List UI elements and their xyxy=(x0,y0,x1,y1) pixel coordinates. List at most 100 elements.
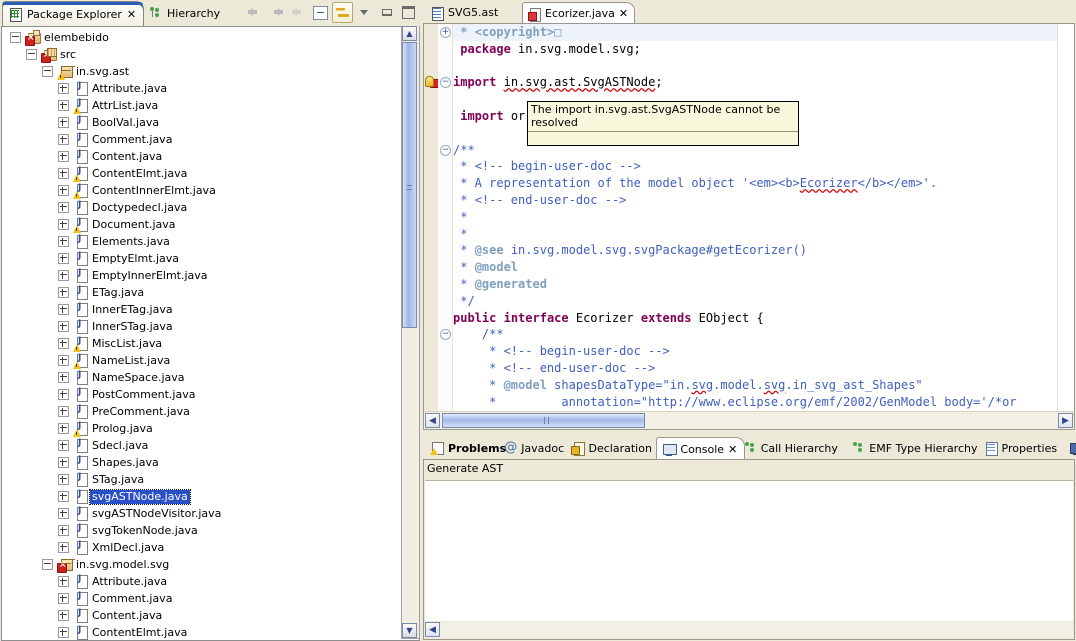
scroll-down-arrow[interactable]: ▼ xyxy=(402,623,417,638)
tree-item[interactable]: AttrList.java xyxy=(2,97,400,114)
forward-button[interactable] xyxy=(266,2,287,23)
expand-icon[interactable] xyxy=(58,270,69,281)
link-with-editor-toggle[interactable] xyxy=(332,2,353,23)
tree-item[interactable]: EmptyElmt.java xyxy=(2,250,400,267)
editor-horizontal-scrollbar[interactable]: ◀ ▶ xyxy=(424,411,1074,429)
tree-item[interactable]: ContentInnerElmt.java xyxy=(2,182,400,199)
fold-collapse-icon[interactable]: − xyxy=(440,329,451,341)
tree-item[interactable]: InnerETag.java xyxy=(2,301,400,318)
collapse-icon[interactable] xyxy=(42,66,53,77)
tab-properties[interactable]: Properties xyxy=(979,437,1065,459)
expand-icon[interactable] xyxy=(58,508,69,519)
tree-item[interactable]: src xyxy=(2,46,400,63)
expand-icon[interactable] xyxy=(58,134,69,145)
up-button[interactable] xyxy=(288,2,309,23)
tab-emf-type-hierarchy[interactable]: EMF Type Hierarchy xyxy=(846,437,984,459)
expand-icon[interactable] xyxy=(58,423,69,434)
tree-item[interactable]: NameList.java xyxy=(2,352,400,369)
editor-overview-ruler[interactable] xyxy=(1057,24,1074,412)
tree-item[interactable]: PreComment.java xyxy=(2,403,400,420)
expand-icon[interactable] xyxy=(58,83,69,94)
expand-icon[interactable] xyxy=(58,304,69,315)
tree-item[interactable]: InnerSTag.java xyxy=(2,318,400,335)
tab-call-hierarchy[interactable]: Call Hierarchy xyxy=(738,437,845,459)
expand-icon[interactable] xyxy=(58,117,69,128)
tree-item[interactable]: in.svg.model.svg xyxy=(2,556,400,573)
console-hscroll-left-arrow[interactable]: ◀ xyxy=(425,622,440,637)
tree-item[interactable]: PostComment.java xyxy=(2,386,400,403)
tree-item[interactable]: Prolog.java xyxy=(2,420,400,437)
hscroll-right-arrow[interactable]: ▶ xyxy=(1058,413,1073,428)
tab-console[interactable]: Console ✕ xyxy=(656,437,746,460)
tree-item[interactable]: Sdecl.java xyxy=(2,437,400,454)
tree-item[interactable]: Doctypedecl.java xyxy=(2,199,400,216)
hscroll-thumb[interactable] xyxy=(442,413,645,428)
expand-icon[interactable] xyxy=(58,627,69,638)
view-menu-button[interactable] xyxy=(354,2,375,23)
tree-item[interactable]: svgASTNode.java xyxy=(2,488,400,505)
tree-item[interactable]: Attribute.java xyxy=(2,573,400,590)
tab-package-explorer[interactable]: Package Explorer ✕ xyxy=(2,1,145,27)
expand-icon[interactable] xyxy=(58,321,69,332)
collapse-icon[interactable] xyxy=(10,32,21,43)
project-tree[interactable]: elembebido src in.svg.ast Attribute.java Att… xyxy=(2,27,400,640)
tab-ecorizer-java[interactable]: Ecorizer.java ✕ xyxy=(522,2,636,25)
expand-icon[interactable] xyxy=(58,525,69,536)
expand-icon[interactable] xyxy=(58,202,69,213)
tab-svg5-ast[interactable]: SVG5.ast xyxy=(426,2,505,23)
tree-item[interactable]: MiscList.java xyxy=(2,335,400,352)
tree-item[interactable]: Attribute.java xyxy=(2,80,400,97)
collapse-icon[interactable] xyxy=(26,49,37,60)
expand-icon[interactable] xyxy=(58,236,69,247)
expand-icon[interactable] xyxy=(58,151,69,162)
back-button[interactable] xyxy=(244,2,265,23)
expand-icon[interactable] xyxy=(58,610,69,621)
expand-icon[interactable] xyxy=(58,406,69,417)
tree-item[interactable]: EmptyInnerElmt.java xyxy=(2,267,400,284)
minimize-button[interactable] xyxy=(376,2,397,23)
tree-item[interactable]: Elements.java xyxy=(2,233,400,250)
tree-item[interactable]: elembebido xyxy=(2,29,400,46)
console-output[interactable] xyxy=(425,480,1073,621)
hscroll-left-arrow[interactable]: ◀ xyxy=(425,413,440,428)
expand-icon[interactable] xyxy=(58,185,69,196)
maximize-button[interactable] xyxy=(398,2,419,23)
tab-hierarchy[interactable]: Hierarchy xyxy=(143,1,227,25)
expand-icon[interactable] xyxy=(58,355,69,366)
fold-expand-icon[interactable]: + xyxy=(440,27,451,38)
expand-icon[interactable] xyxy=(58,372,69,383)
close-icon[interactable]: ✕ xyxy=(728,443,737,456)
java-editor[interactable]: + − − − * <copyright>□ package in.svg.model… xyxy=(423,23,1075,430)
editor-source-text[interactable]: * <copyright>□ package in.svg.model.svg;… xyxy=(453,24,1057,412)
expand-icon[interactable] xyxy=(58,491,69,502)
expand-icon[interactable] xyxy=(58,338,69,349)
expand-icon[interactable] xyxy=(58,100,69,111)
console-horizontal-scrollbar[interactable]: ◀ xyxy=(425,622,1073,638)
close-icon[interactable]: ✕ xyxy=(127,8,136,21)
scroll-thumb[interactable] xyxy=(402,42,417,328)
expand-icon[interactable] xyxy=(58,474,69,485)
tab-declaration[interactable]: Declaration xyxy=(566,437,659,459)
tree-item[interactable]: BoolVal.java xyxy=(2,114,400,131)
tree-vertical-scrollbar[interactable]: ▲ ▼ xyxy=(401,26,420,639)
expand-icon[interactable] xyxy=(58,287,69,298)
tree-item[interactable]: Comment.java xyxy=(2,590,400,607)
tree-item[interactable]: ContentElmt.java xyxy=(2,624,400,640)
expand-icon[interactable] xyxy=(58,440,69,451)
fold-collapse-icon[interactable]: − xyxy=(440,77,451,89)
tree-item[interactable]: in.svg.ast xyxy=(2,63,400,80)
tree-item[interactable]: Content.java xyxy=(2,148,400,165)
expand-icon[interactable] xyxy=(58,219,69,230)
tree-item[interactable]: Document.java xyxy=(2,216,400,233)
tree-item[interactable]: svgTokenNode.java xyxy=(2,522,400,539)
tree-item[interactable]: Comment.java xyxy=(2,131,400,148)
fold-collapse-icon[interactable]: − xyxy=(440,144,451,156)
tab-monitor[interactable] xyxy=(1064,437,1076,459)
tree-item[interactable]: XmlDecl.java xyxy=(2,539,400,556)
tree-item[interactable]: Shapes.java xyxy=(2,454,400,471)
expand-icon[interactable] xyxy=(58,576,69,587)
expand-icon[interactable] xyxy=(58,253,69,264)
tree-item[interactable]: NameSpace.java xyxy=(2,369,400,386)
tree-item[interactable]: ETag.java xyxy=(2,284,400,301)
expand-icon[interactable] xyxy=(58,389,69,400)
